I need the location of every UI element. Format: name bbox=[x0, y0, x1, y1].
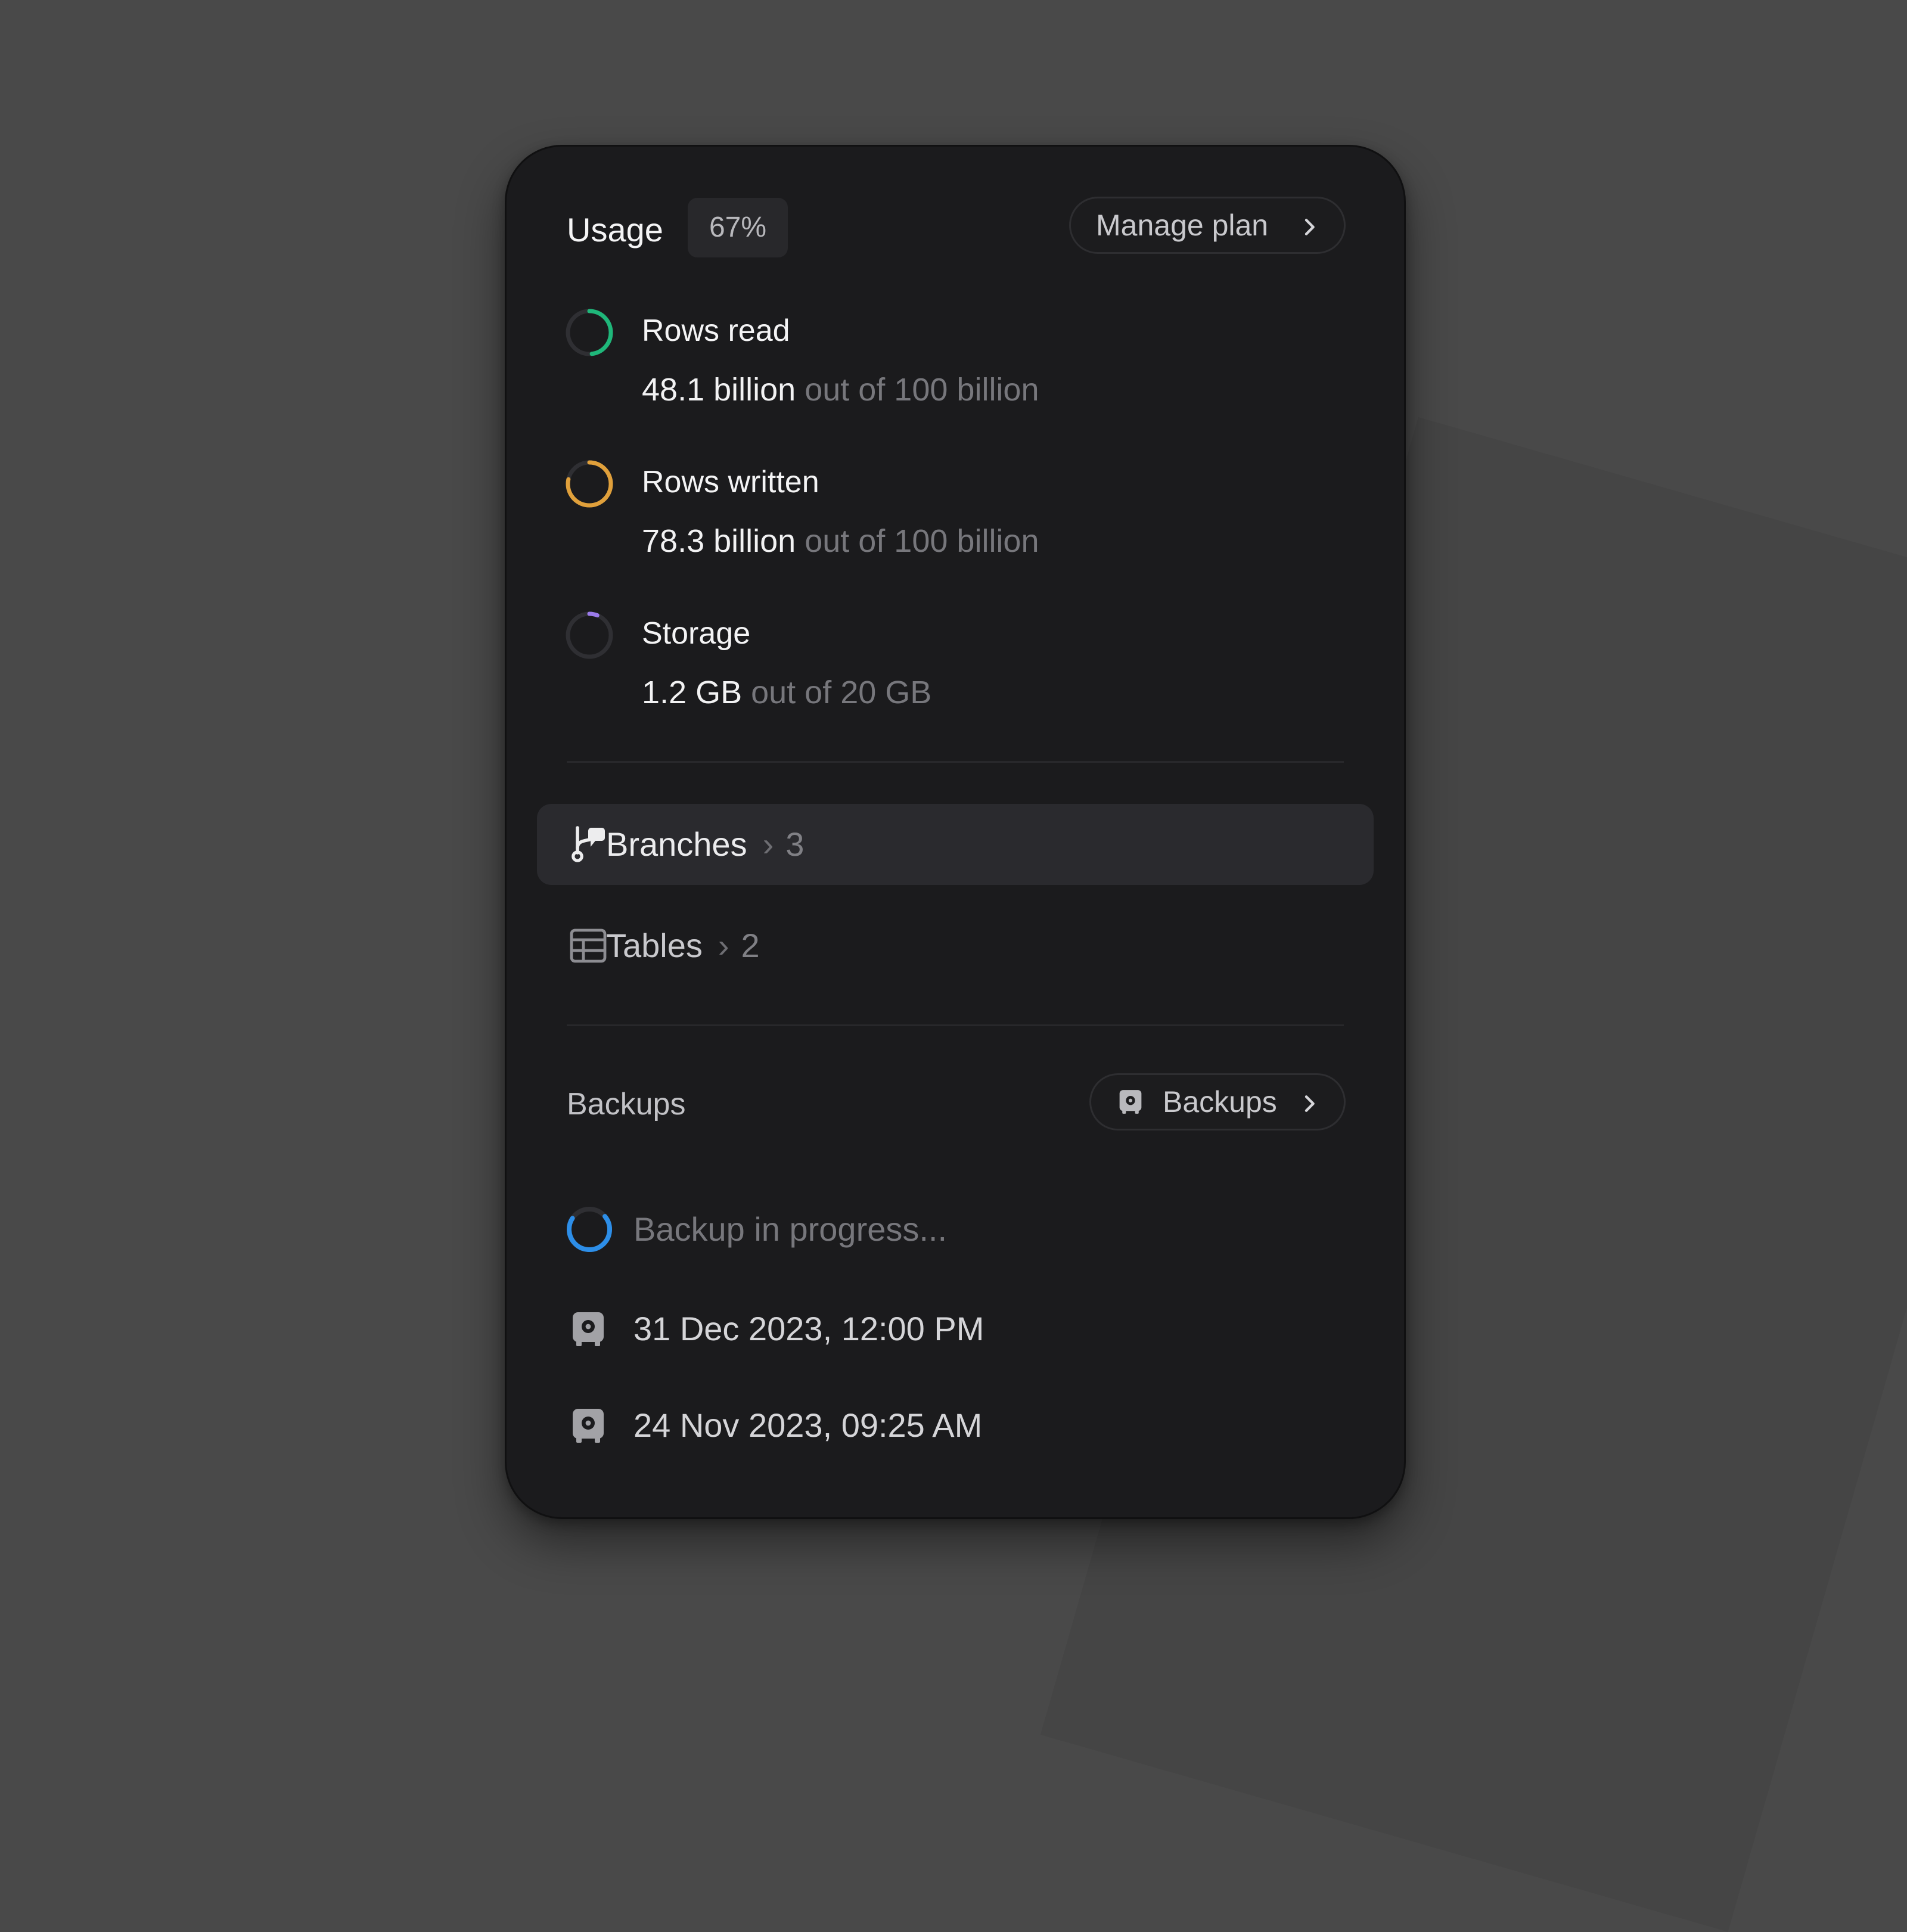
branches-text: Branches › 3 bbox=[606, 823, 804, 866]
tables-text: Tables › 2 bbox=[606, 924, 760, 967]
chevron-right-icon bbox=[1305, 219, 1315, 235]
branches-label: Branches bbox=[606, 825, 747, 863]
rows-written-limit: out of 100 billion bbox=[805, 523, 1039, 559]
rows-read-ring-icon bbox=[566, 309, 613, 356]
usage-percent-badge: 67% bbox=[688, 198, 788, 257]
backups-section-title: Backups bbox=[567, 1087, 686, 1122]
storage-value-line: 1.2 GB out of 20 GB bbox=[642, 673, 931, 712]
safe-icon bbox=[1119, 1090, 1142, 1114]
usage-title: Usage bbox=[567, 211, 663, 249]
rows-written-label: Rows written bbox=[642, 465, 819, 499]
divider bbox=[567, 761, 1344, 763]
chevron-right-icon bbox=[1305, 1095, 1315, 1112]
backups-button[interactable]: Backups bbox=[1089, 1073, 1346, 1130]
safe-icon bbox=[573, 1312, 604, 1346]
divider bbox=[567, 1024, 1344, 1026]
rows-written-ring-icon bbox=[566, 460, 613, 508]
backup-item-date: 31 Dec 2023, 12:00 PM bbox=[633, 1310, 984, 1347]
rows-written-value: 78.3 billion bbox=[642, 523, 796, 559]
spinner-icon bbox=[567, 1207, 612, 1252]
storage-value: 1.2 GB bbox=[642, 675, 743, 710]
rows-written-value-line: 78.3 billion out of 100 billion bbox=[642, 521, 1039, 561]
backup-item[interactable]: 31 Dec 2023, 12:00 PM bbox=[537, 1288, 1374, 1369]
usage-card: Usage 67% Manage plan Rows read 48.1 bil… bbox=[505, 145, 1406, 1519]
rows-read-limit: out of 100 billion bbox=[805, 372, 1039, 408]
storage-ring-icon bbox=[566, 611, 613, 659]
storage-limit: out of 20 GB bbox=[751, 675, 932, 710]
nav-row-branches[interactable]: Branches › 3 bbox=[537, 804, 1374, 885]
backup-item-date: 24 Nov 2023, 09:25 AM bbox=[633, 1406, 983, 1444]
breadcrumb-chevron-icon: › bbox=[762, 825, 774, 863]
rows-read-label: Rows read bbox=[642, 313, 790, 348]
rows-read-value-line: 48.1 billion out of 100 billion bbox=[642, 370, 1039, 409]
manage-plan-button[interactable]: Manage plan bbox=[1069, 197, 1346, 254]
tables-label: Tables bbox=[606, 927, 703, 964]
storage-label: Storage bbox=[642, 616, 751, 651]
table-icon bbox=[570, 928, 607, 963]
safe-icon bbox=[573, 1409, 604, 1443]
rows-read-value: 48.1 billion bbox=[642, 372, 796, 408]
backup-in-progress-text: Backup in progress... bbox=[633, 1210, 948, 1248]
manage-plan-label: Manage plan bbox=[1096, 209, 1269, 242]
tables-count: 2 bbox=[741, 927, 760, 964]
backups-button-label: Backups bbox=[1163, 1085, 1277, 1119]
nav-row-tables[interactable]: Tables › 2 bbox=[537, 905, 1374, 986]
breadcrumb-chevron-icon: › bbox=[718, 927, 729, 964]
branch-icon bbox=[572, 826, 605, 862]
branches-count: 3 bbox=[785, 825, 805, 863]
backup-item[interactable]: 24 Nov 2023, 09:25 AM bbox=[537, 1385, 1374, 1466]
